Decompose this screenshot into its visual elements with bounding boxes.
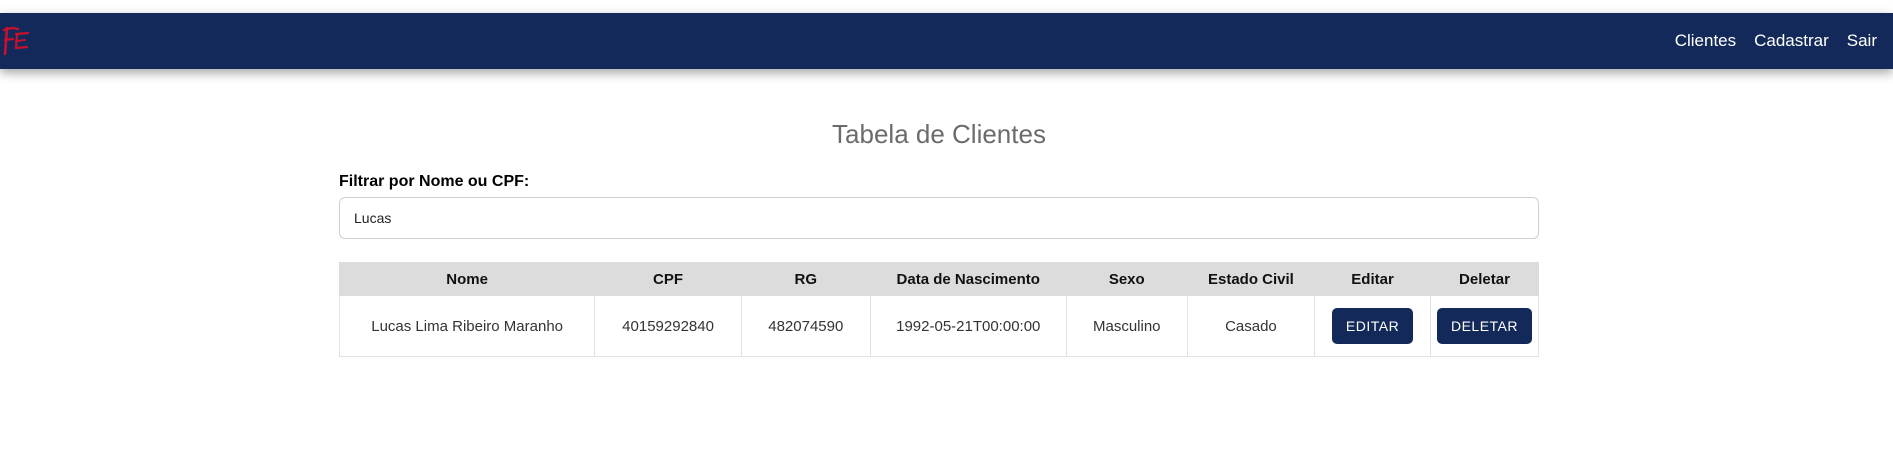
header-cpf: CPF xyxy=(594,262,742,296)
cell-data-nascimento: 1992-05-21T00:00:00 xyxy=(869,295,1067,357)
logo[interactable] xyxy=(0,13,38,69)
header-sexo: Sexo xyxy=(1065,262,1188,296)
filter-label: Filtrar por Nome ou CPF: xyxy=(339,173,530,190)
cell-sexo: Masculino xyxy=(1065,295,1188,357)
cell-estado-civil: Casado xyxy=(1186,295,1316,357)
cell-rg: 482074590 xyxy=(740,295,871,357)
header-data-nascimento: Data de Nascimento xyxy=(869,262,1067,296)
header-rg: RG xyxy=(740,262,871,296)
cell-deletar: DELETAR xyxy=(1429,295,1540,357)
header-editar: Editar xyxy=(1314,262,1431,296)
navbar: Clientes Cadastrar Sair xyxy=(0,13,1893,69)
clients-table: Nome CPF RG Data de Nascimento Sexo Esta… xyxy=(338,262,1540,357)
nav-link-clientes[interactable]: Clientes xyxy=(1675,31,1736,51)
delete-button[interactable]: DELETAR xyxy=(1436,308,1532,344)
main-content: Tabela de Clientes Filtrar por Nome ou C… xyxy=(338,108,1540,357)
cell-nome: Lucas Lima Ribeiro Maranho xyxy=(338,295,596,357)
nav-link-sair[interactable]: Sair xyxy=(1847,31,1877,51)
cell-cpf: 40159292840 xyxy=(594,295,742,357)
table-header-row: Nome CPF RG Data de Nascimento Sexo Esta… xyxy=(338,262,1540,296)
header-nome: Nome xyxy=(338,262,596,296)
page-title: Tabela de Clientes xyxy=(832,119,1046,149)
nav-link-cadastrar[interactable]: Cadastrar xyxy=(1754,31,1829,51)
edit-button[interactable]: EDITAR xyxy=(1331,308,1414,344)
nav-links: Clientes Cadastrar Sair xyxy=(1675,31,1893,51)
header-estado-civil: Estado Civil xyxy=(1186,262,1316,296)
header-deletar: Deletar xyxy=(1429,262,1540,296)
filter-input[interactable] xyxy=(339,197,1539,239)
table-row: Lucas Lima Ribeiro Maranho 40159292840 4… xyxy=(338,295,1540,357)
cell-editar: EDITAR xyxy=(1314,295,1431,357)
logo-icon xyxy=(2,26,30,56)
